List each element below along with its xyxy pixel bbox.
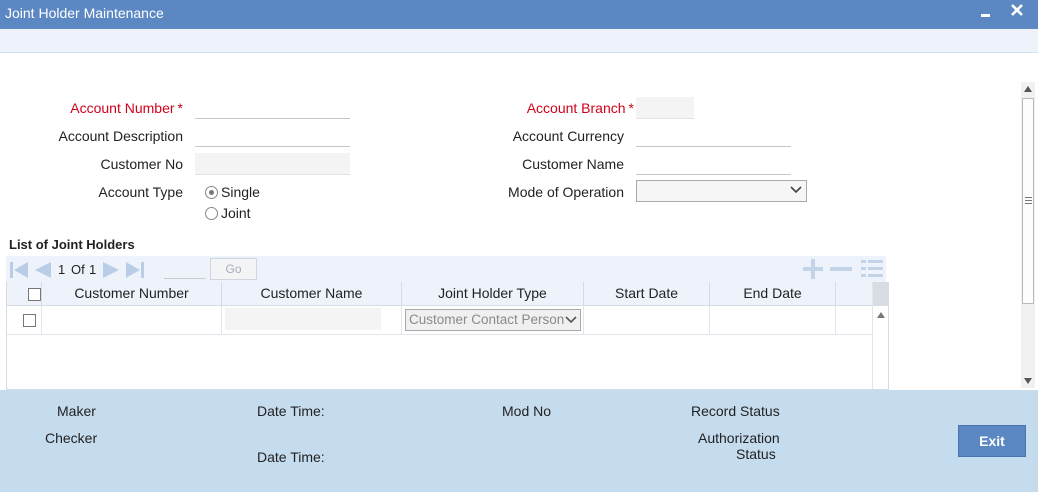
table-scrollbar-header bbox=[873, 282, 889, 306]
joint-holder-type-cell: Customer Contact Person bbox=[402, 306, 584, 334]
maker-label: Maker bbox=[57, 403, 96, 419]
checker-label: Checker bbox=[45, 430, 98, 446]
select-all-cell bbox=[7, 282, 42, 306]
scroll-up-icon[interactable] bbox=[1024, 86, 1032, 92]
column-end-date[interactable]: End Date bbox=[710, 282, 836, 306]
joint-holder-type-value: Customer Contact Person bbox=[409, 312, 565, 327]
joint-holder-type-select[interactable]: Customer Contact Person bbox=[405, 309, 581, 331]
customer-name-label: Customer Name bbox=[522, 156, 624, 172]
grid-toolbar: 1 Of 1 Go bbox=[6, 256, 886, 282]
joint-holders-table: Customer Number Customer Name Joint Hold… bbox=[6, 282, 889, 390]
customer-name-input[interactable] bbox=[636, 153, 791, 175]
account-type-label: Account Type bbox=[98, 184, 183, 200]
minimize-icon[interactable] bbox=[980, 2, 992, 27]
customer-number-cell bbox=[42, 306, 222, 334]
account-type-single-label: Single bbox=[221, 184, 260, 200]
exit-button[interactable]: Exit bbox=[958, 425, 1026, 457]
customer-no-label: Customer No bbox=[100, 156, 183, 172]
account-number-label: Account Number * bbox=[70, 100, 183, 116]
add-row-icon[interactable] bbox=[802, 259, 824, 282]
account-description-input[interactable] bbox=[195, 125, 350, 147]
customer-no-input[interactable] bbox=[195, 153, 350, 175]
page-of-label: Of bbox=[71, 262, 85, 277]
single-view-icon[interactable] bbox=[860, 259, 884, 282]
chevron-down-icon bbox=[565, 316, 577, 324]
current-page: 1 bbox=[58, 262, 66, 277]
account-branch-label: Account Branch * bbox=[526, 100, 634, 116]
table-scrollbar[interactable] bbox=[872, 282, 889, 389]
grip-icon bbox=[1025, 197, 1032, 204]
audit-footer: Maker Checker Date Time: Date Time: Mod … bbox=[0, 390, 1038, 492]
table-row: Customer Contact Person bbox=[7, 306, 872, 335]
customer-name-cell bbox=[222, 306, 402, 334]
delete-row-icon[interactable] bbox=[829, 259, 853, 282]
checker-date-time-label: Date Time: bbox=[257, 449, 325, 465]
scroll-down-icon[interactable] bbox=[1024, 378, 1032, 384]
account-description-label: Account Description bbox=[58, 128, 183, 144]
start-date-cell[interactable] bbox=[584, 306, 710, 334]
account-type-joint-label: Joint bbox=[221, 205, 251, 221]
account-type-single-radio[interactable]: Single bbox=[205, 184, 260, 200]
window-title: Joint Holder Maintenance bbox=[5, 5, 164, 21]
radio-selected-icon[interactable] bbox=[205, 185, 218, 199]
mode-of-operation-select[interactable] bbox=[636, 180, 807, 202]
account-number-input[interactable] bbox=[195, 97, 350, 119]
mod-no-label: Mod No bbox=[502, 403, 552, 419]
scroll-up-icon[interactable] bbox=[877, 312, 885, 318]
maker-date-time-label: Date Time: bbox=[257, 403, 325, 419]
go-button[interactable]: Go bbox=[210, 258, 257, 280]
row-select-cell bbox=[7, 306, 42, 334]
window-title-bar: Joint Holder Maintenance bbox=[0, 0, 1038, 29]
customer-name-cell-input[interactable] bbox=[225, 308, 381, 330]
chevron-down-icon bbox=[790, 186, 802, 194]
page-scrollbar[interactable] bbox=[1021, 82, 1035, 388]
page-number-input[interactable] bbox=[164, 261, 206, 279]
select-all-checkbox[interactable] bbox=[28, 288, 41, 301]
customer-number-input[interactable] bbox=[45, 309, 217, 330]
authorization-label: Authorization bbox=[698, 430, 780, 446]
column-customer-name[interactable]: Customer Name bbox=[222, 282, 402, 306]
next-page-icon[interactable] bbox=[102, 260, 122, 283]
header-strip bbox=[0, 29, 1038, 53]
record-status-label: Record Status bbox=[691, 403, 780, 419]
total-pages: 1 bbox=[89, 262, 97, 277]
row-checkbox[interactable] bbox=[23, 314, 36, 327]
table-header: Customer Number Customer Name Joint Hold… bbox=[7, 282, 872, 306]
close-icon[interactable] bbox=[1009, 2, 1025, 23]
column-start-date[interactable]: Start Date bbox=[584, 282, 710, 306]
radio-unselected-icon[interactable] bbox=[205, 206, 218, 220]
column-customer-number[interactable]: Customer Number bbox=[42, 282, 222, 306]
section-title: List of Joint Holders bbox=[9, 237, 135, 252]
account-currency-label: Account Currency bbox=[512, 128, 624, 144]
end-date-cell[interactable] bbox=[710, 306, 836, 334]
scrollbar-thumb[interactable] bbox=[1022, 98, 1034, 304]
account-type-joint-radio[interactable]: Joint bbox=[205, 205, 251, 221]
column-joint-holder-type[interactable]: Joint Holder Type bbox=[402, 282, 584, 306]
first-page-icon[interactable] bbox=[9, 260, 29, 283]
account-currency-input[interactable] bbox=[636, 125, 791, 147]
mode-of-operation-label: Mode of Operation bbox=[508, 184, 624, 200]
authorization-status-label: Status bbox=[736, 446, 776, 462]
previous-page-icon[interactable] bbox=[32, 260, 52, 283]
last-page-icon[interactable] bbox=[125, 260, 147, 283]
account-branch-input[interactable] bbox=[636, 97, 694, 119]
